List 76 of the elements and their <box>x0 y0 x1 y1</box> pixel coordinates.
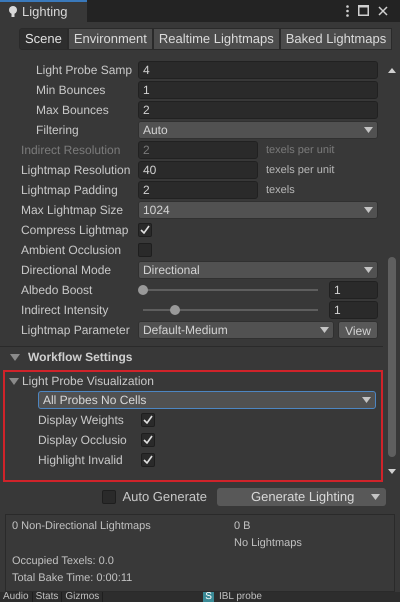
foldout-triangle-icon[interactable] <box>9 376 19 386</box>
tab[interactable]: Environment <box>68 28 153 50</box>
unit-label: texels per unit <box>266 162 336 178</box>
checkbox[interactable] <box>141 432 155 447</box>
foldout-triangle-icon[interactable] <box>10 352 20 362</box>
dropdown[interactable]: Default-Medium <box>138 320 334 339</box>
field-label: Indirect Resolution <box>21 142 122 159</box>
slider-handle[interactable] <box>170 304 180 315</box>
caret-icon <box>362 396 371 403</box>
close-icon[interactable] <box>378 6 388 16</box>
number-field[interactable]: 1 <box>329 300 378 319</box>
stats-text: 0 B <box>234 518 252 534</box>
slider-handle[interactable] <box>138 284 148 295</box>
field-label: Light Probe Samp <box>36 62 134 79</box>
field-label: Min Bounces <box>36 82 106 99</box>
panel-tab[interactable]: Gizmos <box>62 592 104 602</box>
panel-tab[interactable]: Stats <box>32 592 62 602</box>
maximize-icon[interactable] <box>358 5 369 16</box>
tab[interactable]: Scene <box>19 28 68 50</box>
scrollbar-thumb[interactable] <box>388 256 396 457</box>
field-label: Lightmap Resolution <box>21 162 132 179</box>
checkbox[interactable] <box>102 490 116 504</box>
number-field[interactable]: 1 <box>329 280 378 299</box>
script-badge: S <box>203 592 214 602</box>
checkbox[interactable] <box>141 412 155 427</box>
tab[interactable]: Baked Lightmaps <box>280 28 392 50</box>
stats-text: Total Bake Time: 0:00:11 <box>12 571 134 586</box>
checkbox[interactable] <box>141 452 155 467</box>
checkbox-label: Auto Generate <box>122 488 207 506</box>
view-button[interactable]: View <box>338 320 378 339</box>
panel-tab[interactable]: Audio <box>0 592 33 602</box>
object-name[interactable]: IBL probe <box>218 592 262 602</box>
field-label: Filtering <box>36 122 80 139</box>
field-label: Display Occlusio <box>38 432 128 449</box>
caret-icon <box>320 326 329 333</box>
caret-icon <box>364 126 373 133</box>
field-label: Compress Lightmap <box>21 222 130 239</box>
section-header[interactable]: Workflow Settings <box>28 348 132 366</box>
caret-icon <box>364 266 373 273</box>
dropdown[interactable]: Directional <box>138 260 378 279</box>
field-label: Lightmap Parameter <box>21 322 131 339</box>
field-label: Directional Mode <box>21 262 112 279</box>
more-options-icon[interactable] <box>346 4 349 17</box>
stats-text: No Lightmaps <box>234 536 303 552</box>
dropdown[interactable]: All Probes No Cells <box>38 390 376 409</box>
scroll-down-icon[interactable] <box>388 468 396 474</box>
generate-lighting-button[interactable]: Generate Lighting <box>217 488 386 506</box>
checkbox[interactable] <box>138 242 152 257</box>
dropdown[interactable]: Auto <box>138 120 378 139</box>
caret-icon <box>371 494 380 500</box>
field-label: Indirect Intensity <box>21 302 110 319</box>
window-tab[interactable]: Lighting <box>0 0 87 22</box>
tab[interactable]: Realtime Lightmaps <box>152 28 280 50</box>
window-title: Lighting <box>22 3 68 22</box>
field-label: Lightmap Padding <box>21 182 119 199</box>
field-label: Ambient Occlusion <box>21 242 122 259</box>
number-field[interactable]: 1 <box>138 80 378 99</box>
field-label: Display Weights <box>38 412 125 429</box>
stats-text: Occupied Texels: 0.0 <box>12 554 115 569</box>
dropdown[interactable]: 1024 <box>138 200 378 219</box>
number-field[interactable]: 40 <box>138 160 258 179</box>
field-label: Highlight Invalid <box>38 452 124 469</box>
number-field[interactable]: 2 <box>138 180 258 199</box>
stats-text: 0 Non-Directional Lightmaps <box>12 518 152 534</box>
scroll-up-icon[interactable] <box>388 68 396 73</box>
field-label: Max Lightmap Size <box>21 202 124 219</box>
foldout-label[interactable]: Light Probe Visualization <box>22 372 154 390</box>
number-field[interactable]: 2 <box>138 100 378 119</box>
number-field[interactable]: 4 <box>138 60 378 79</box>
checkbox[interactable] <box>138 222 152 237</box>
unit-label: texels <box>266 182 296 198</box>
unit-label: texels per unit <box>266 142 336 158</box>
caret-icon <box>364 206 373 213</box>
field-label: Albedo Boost <box>21 282 94 299</box>
field-label: Max Bounces <box>36 102 110 119</box>
lightbulb-icon <box>9 6 17 18</box>
